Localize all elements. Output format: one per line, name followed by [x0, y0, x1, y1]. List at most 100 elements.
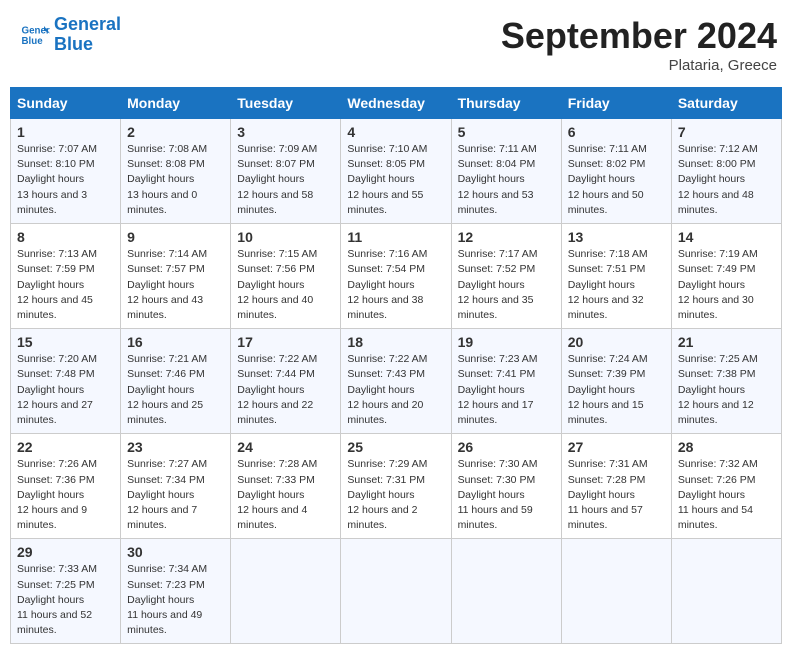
logo-text: General Blue	[54, 15, 121, 55]
day-info: Sunrise: 7:09 AM Sunset: 8:07 PM Dayligh…	[237, 142, 334, 218]
day-info: Sunrise: 7:13 AM Sunset: 7:59 PM Dayligh…	[17, 247, 114, 323]
day-info: Sunrise: 7:08 AM Sunset: 8:08 PM Dayligh…	[127, 142, 224, 218]
page-header: General Blue General Blue September 2024…	[10, 10, 782, 79]
calendar-cell: 15 Sunrise: 7:20 AM Sunset: 7:48 PM Dayl…	[11, 329, 121, 434]
day-info: Sunrise: 7:27 AM Sunset: 7:34 PM Dayligh…	[127, 457, 224, 533]
day-info: Sunrise: 7:25 AM Sunset: 7:38 PM Dayligh…	[678, 352, 775, 428]
calendar-cell: 21 Sunrise: 7:25 AM Sunset: 7:38 PM Dayl…	[671, 329, 781, 434]
day-info: Sunrise: 7:24 AM Sunset: 7:39 PM Dayligh…	[568, 352, 665, 428]
day-info: Sunrise: 7:12 AM Sunset: 8:00 PM Dayligh…	[678, 142, 775, 218]
day-info: Sunrise: 7:28 AM Sunset: 7:33 PM Dayligh…	[237, 457, 334, 533]
calendar-cell: 28 Sunrise: 7:32 AM Sunset: 7:26 PM Dayl…	[671, 434, 781, 539]
svg-text:Blue: Blue	[22, 36, 44, 47]
calendar-cell: 5 Sunrise: 7:11 AM Sunset: 8:04 PM Dayli…	[451, 119, 561, 224]
calendar-cell: 27 Sunrise: 7:31 AM Sunset: 7:28 PM Dayl…	[561, 434, 671, 539]
calendar-cell: 25 Sunrise: 7:29 AM Sunset: 7:31 PM Dayl…	[341, 434, 451, 539]
day-info: Sunrise: 7:22 AM Sunset: 7:43 PM Dayligh…	[347, 352, 444, 428]
day-number: 10	[237, 229, 334, 245]
title-block: September 2024 Plataria, Greece	[501, 15, 777, 74]
calendar-cell: 19 Sunrise: 7:23 AM Sunset: 7:41 PM Dayl…	[451, 329, 561, 434]
calendar-cell: 30 Sunrise: 7:34 AM Sunset: 7:23 PM Dayl…	[121, 539, 231, 644]
day-number: 6	[568, 124, 665, 140]
day-info: Sunrise: 7:30 AM Sunset: 7:30 PM Dayligh…	[458, 457, 555, 533]
day-info: Sunrise: 7:11 AM Sunset: 8:02 PM Dayligh…	[568, 142, 665, 218]
col-thursday: Thursday	[451, 88, 561, 119]
calendar-cell: 6 Sunrise: 7:11 AM Sunset: 8:02 PM Dayli…	[561, 119, 671, 224]
day-number: 26	[458, 439, 555, 455]
day-info: Sunrise: 7:22 AM Sunset: 7:44 PM Dayligh…	[237, 352, 334, 428]
calendar-row: 8 Sunrise: 7:13 AM Sunset: 7:59 PM Dayli…	[11, 224, 782, 329]
col-wednesday: Wednesday	[341, 88, 451, 119]
calendar-row: 29 Sunrise: 7:33 AM Sunset: 7:25 PM Dayl…	[11, 539, 782, 644]
calendar-cell: 29 Sunrise: 7:33 AM Sunset: 7:25 PM Dayl…	[11, 539, 121, 644]
day-number: 12	[458, 229, 555, 245]
day-number: 29	[17, 544, 114, 560]
calendar-cell: 14 Sunrise: 7:19 AM Sunset: 7:49 PM Dayl…	[671, 224, 781, 329]
calendar-row: 15 Sunrise: 7:20 AM Sunset: 7:48 PM Dayl…	[11, 329, 782, 434]
day-number: 17	[237, 334, 334, 350]
day-number: 16	[127, 334, 224, 350]
day-info: Sunrise: 7:33 AM Sunset: 7:25 PM Dayligh…	[17, 562, 114, 638]
calendar-cell: 4 Sunrise: 7:10 AM Sunset: 8:05 PM Dayli…	[341, 119, 451, 224]
day-number: 24	[237, 439, 334, 455]
day-info: Sunrise: 7:07 AM Sunset: 8:10 PM Dayligh…	[17, 142, 114, 218]
day-number: 13	[568, 229, 665, 245]
calendar-cell: 18 Sunrise: 7:22 AM Sunset: 7:43 PM Dayl…	[341, 329, 451, 434]
day-info: Sunrise: 7:18 AM Sunset: 7:51 PM Dayligh…	[568, 247, 665, 323]
col-saturday: Saturday	[671, 88, 781, 119]
calendar-cell: 11 Sunrise: 7:16 AM Sunset: 7:54 PM Dayl…	[341, 224, 451, 329]
day-number: 3	[237, 124, 334, 140]
day-number: 28	[678, 439, 775, 455]
day-info: Sunrise: 7:23 AM Sunset: 7:41 PM Dayligh…	[458, 352, 555, 428]
calendar-cell: 2 Sunrise: 7:08 AM Sunset: 8:08 PM Dayli…	[121, 119, 231, 224]
col-sunday: Sunday	[11, 88, 121, 119]
calendar-cell: 8 Sunrise: 7:13 AM Sunset: 7:59 PM Dayli…	[11, 224, 121, 329]
location: Plataria, Greece	[501, 57, 777, 74]
day-number: 20	[568, 334, 665, 350]
day-number: 14	[678, 229, 775, 245]
col-monday: Monday	[121, 88, 231, 119]
logo: General Blue General Blue	[20, 15, 121, 55]
day-number: 25	[347, 439, 444, 455]
day-number: 19	[458, 334, 555, 350]
day-info: Sunrise: 7:14 AM Sunset: 7:57 PM Dayligh…	[127, 247, 224, 323]
day-info: Sunrise: 7:26 AM Sunset: 7:36 PM Dayligh…	[17, 457, 114, 533]
day-number: 5	[458, 124, 555, 140]
calendar-cell: 13 Sunrise: 7:18 AM Sunset: 7:51 PM Dayl…	[561, 224, 671, 329]
calendar-cell: 7 Sunrise: 7:12 AM Sunset: 8:00 PM Dayli…	[671, 119, 781, 224]
day-info: Sunrise: 7:19 AM Sunset: 7:49 PM Dayligh…	[678, 247, 775, 323]
day-number: 18	[347, 334, 444, 350]
day-number: 8	[17, 229, 114, 245]
calendar-cell: 12 Sunrise: 7:17 AM Sunset: 7:52 PM Dayl…	[451, 224, 561, 329]
day-number: 4	[347, 124, 444, 140]
col-tuesday: Tuesday	[231, 88, 341, 119]
day-number: 7	[678, 124, 775, 140]
calendar-cell	[341, 539, 451, 644]
day-number: 2	[127, 124, 224, 140]
calendar-table: Sunday Monday Tuesday Wednesday Thursday…	[10, 87, 782, 644]
day-number: 23	[127, 439, 224, 455]
calendar-cell	[451, 539, 561, 644]
day-number: 11	[347, 229, 444, 245]
calendar-cell	[231, 539, 341, 644]
day-info: Sunrise: 7:10 AM Sunset: 8:05 PM Dayligh…	[347, 142, 444, 218]
calendar-header-row: Sunday Monday Tuesday Wednesday Thursday…	[11, 88, 782, 119]
calendar-cell: 1 Sunrise: 7:07 AM Sunset: 8:10 PM Dayli…	[11, 119, 121, 224]
day-info: Sunrise: 7:34 AM Sunset: 7:23 PM Dayligh…	[127, 562, 224, 638]
calendar-cell: 3 Sunrise: 7:09 AM Sunset: 8:07 PM Dayli…	[231, 119, 341, 224]
calendar-cell: 23 Sunrise: 7:27 AM Sunset: 7:34 PM Dayl…	[121, 434, 231, 539]
logo-icon: General Blue	[20, 20, 50, 50]
col-friday: Friday	[561, 88, 671, 119]
calendar-cell	[561, 539, 671, 644]
calendar-row: 22 Sunrise: 7:26 AM Sunset: 7:36 PM Dayl…	[11, 434, 782, 539]
calendar-cell: 20 Sunrise: 7:24 AM Sunset: 7:39 PM Dayl…	[561, 329, 671, 434]
day-info: Sunrise: 7:11 AM Sunset: 8:04 PM Dayligh…	[458, 142, 555, 218]
day-info: Sunrise: 7:16 AM Sunset: 7:54 PM Dayligh…	[347, 247, 444, 323]
month-title: September 2024	[501, 15, 777, 57]
calendar-row: 1 Sunrise: 7:07 AM Sunset: 8:10 PM Dayli…	[11, 119, 782, 224]
calendar-cell: 16 Sunrise: 7:21 AM Sunset: 7:46 PM Dayl…	[121, 329, 231, 434]
calendar-cell: 22 Sunrise: 7:26 AM Sunset: 7:36 PM Dayl…	[11, 434, 121, 539]
day-info: Sunrise: 7:21 AM Sunset: 7:46 PM Dayligh…	[127, 352, 224, 428]
day-number: 30	[127, 544, 224, 560]
day-number: 27	[568, 439, 665, 455]
